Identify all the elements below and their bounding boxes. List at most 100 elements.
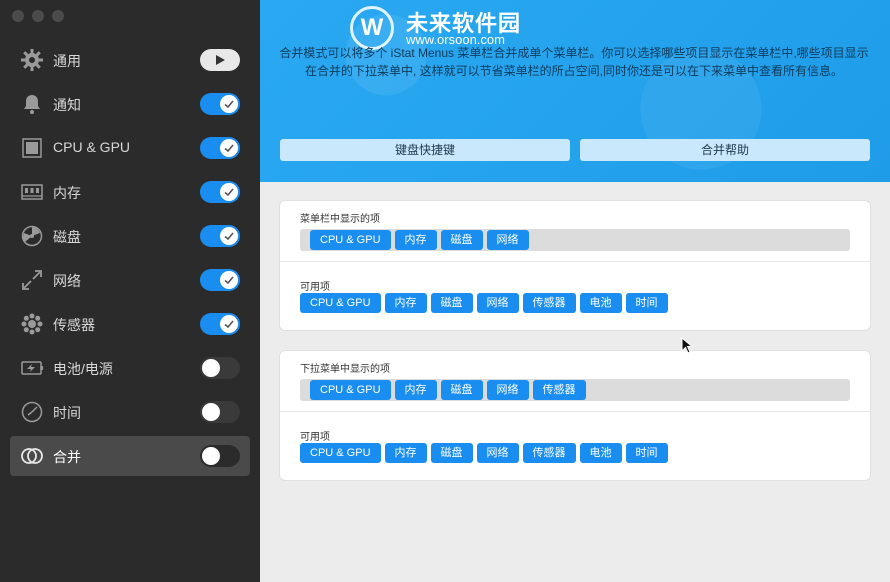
chip-sensors[interactable]: 传感器 (532, 380, 586, 400)
sensor-icon (21, 313, 43, 335)
clock-icon (21, 401, 43, 423)
sidebar-item-disk[interactable]: 磁盘 (10, 216, 250, 256)
chip-time[interactable]: 时间 (625, 293, 668, 313)
sidebar-item-label: 通用 (53, 53, 81, 69)
combined-mode-description: 合并模式可以将多个 iStat Menus 菜单栏合并成单个菜单栏。你可以选择哪… (279, 46, 869, 78)
sidebar-item-label: 网络 (53, 273, 81, 289)
minimize-window-button[interactable] (32, 10, 44, 22)
dropdown-available-chips: CPU & GPU 内存 磁盘 网络 传感器 电池 时间 (300, 443, 668, 463)
battery-icon (21, 361, 43, 375)
sidebar-item-label: CPU & GPU (53, 139, 131, 155)
menubar-items-panel: 菜单栏中显示的项 CPU & GPU 内存 磁盘 网络 可用项 CPU & GP… (280, 201, 870, 330)
dropdown-available-label: 可用项 (300, 432, 330, 443)
sidebar-item-memory[interactable]: 内存 (10, 172, 250, 212)
checkmark-icon (224, 100, 234, 109)
toggle-knob (220, 183, 238, 201)
sidebar-item-label: 电池/电源 (53, 361, 113, 377)
battery-toggle[interactable] (200, 357, 240, 379)
chip-disk[interactable]: 磁盘 (440, 380, 483, 400)
disk-icon (21, 225, 43, 247)
sidebar-item-cpu-gpu[interactable]: CPU & GPU (10, 128, 250, 168)
time-toggle[interactable] (200, 401, 240, 423)
chip-battery[interactable]: 电池 (579, 443, 622, 463)
chip-memory[interactable]: 内存 (384, 293, 427, 313)
toggle-knob (220, 271, 238, 289)
sidebar-item-general[interactable]: 通用 (10, 40, 250, 80)
bell-icon (24, 95, 40, 114)
sidebar-item-time[interactable]: 时间 (10, 392, 250, 432)
chip-memory[interactable]: 内存 (394, 380, 437, 400)
chip-network[interactable]: 网络 (486, 380, 529, 400)
notifications-toggle[interactable] (200, 93, 240, 115)
sidebar-item-notifications[interactable]: 通知 (10, 84, 250, 124)
chip-time[interactable]: 时间 (625, 443, 668, 463)
menubar-available-chips: CPU & GPU 内存 磁盘 网络 传感器 电池 时间 (300, 293, 668, 313)
dropdown-shown-label: 下拉菜单中显示的项 (300, 364, 390, 375)
disk-toggle[interactable] (200, 225, 240, 247)
checkmark-icon (224, 276, 234, 285)
checkmark-icon (224, 232, 234, 241)
toggle-knob (220, 95, 238, 113)
chip-battery[interactable]: 电池 (579, 293, 622, 313)
app-window: 通用 通知 CPU & GPU 内存 磁盘 网络 传感器 电池/电源 时间 合并… (0, 0, 890, 582)
combined-toggle[interactable] (200, 445, 240, 467)
sidebar-item-label: 合并 (53, 449, 81, 465)
cpu-icon (22, 138, 42, 158)
sidebar-item-label: 磁盘 (53, 229, 81, 245)
checkmark-icon (224, 320, 234, 329)
sidebar-item-network[interactable]: 网络 (10, 260, 250, 300)
chip-memory[interactable]: 内存 (394, 230, 437, 250)
chip-memory[interactable]: 内存 (384, 443, 427, 463)
menubar-shown-label: 菜单栏中显示的项 (300, 214, 380, 225)
chip-disk[interactable]: 磁盘 (440, 230, 483, 250)
combined-help-button[interactable]: 合并帮助 (580, 139, 870, 161)
chip-disk[interactable]: 磁盘 (430, 293, 473, 313)
memory-icon (21, 184, 43, 200)
keyboard-shortcut-button[interactable]: 键盘快捷键 (280, 139, 570, 161)
zoom-window-button[interactable] (52, 10, 64, 22)
toggle-knob (220, 139, 238, 157)
combine-rings-icon (21, 448, 43, 464)
play-icon (216, 55, 225, 65)
info-banner: W 未来软件园 www.orsoon.com 合并模式可以将多个 iStat M… (260, 0, 890, 182)
main-content: W 未来软件园 www.orsoon.com 合并模式可以将多个 iStat M… (260, 0, 890, 582)
chip-network[interactable]: 网络 (476, 443, 519, 463)
chip-network[interactable]: 网络 (476, 293, 519, 313)
divider (280, 411, 870, 412)
chip-sensors[interactable]: 传感器 (522, 293, 576, 313)
sidebar-item-combined[interactable]: 合并 (10, 436, 250, 476)
chip-cpu-gpu[interactable]: CPU & GPU (300, 443, 381, 463)
gear-icon (21, 49, 43, 71)
sensors-toggle[interactable] (200, 313, 240, 335)
toggle-knob (202, 403, 220, 421)
close-window-button[interactable] (12, 10, 24, 22)
checkmark-icon (224, 188, 234, 197)
window-controls (0, 0, 260, 34)
toggle-knob (220, 315, 238, 333)
dropdown-shown-chips: CPU & GPU 内存 磁盘 网络 传感器 (310, 380, 586, 400)
sidebar-item-battery[interactable]: 电池/电源 (10, 348, 250, 388)
cpu-gpu-toggle[interactable] (200, 137, 240, 159)
sidebar-item-label: 时间 (53, 405, 81, 421)
memory-toggle[interactable] (200, 181, 240, 203)
network-toggle[interactable] (200, 269, 240, 291)
dropdown-items-panel: 下拉菜单中显示的项 CPU & GPU 内存 磁盘 网络 传感器 可用项 CPU… (280, 351, 870, 480)
menubar-shown-chips: CPU & GPU 内存 磁盘 网络 (310, 230, 529, 250)
play-button[interactable] (200, 49, 240, 71)
mouse-cursor-icon (681, 337, 693, 354)
chip-network[interactable]: 网络 (486, 230, 529, 250)
chip-disk[interactable]: 磁盘 (430, 443, 473, 463)
network-arrows-icon (22, 270, 42, 290)
sidebar-item-label: 传感器 (53, 317, 95, 333)
menubar-available-label: 可用项 (300, 282, 330, 293)
sidebar-item-sensors[interactable]: 传感器 (10, 304, 250, 344)
toggle-knob (220, 227, 238, 245)
toggle-knob (202, 447, 220, 465)
checkmark-icon (224, 144, 234, 153)
chip-cpu-gpu[interactable]: CPU & GPU (300, 293, 381, 313)
sidebar-item-label: 通知 (53, 97, 81, 113)
chip-sensors[interactable]: 传感器 (522, 443, 576, 463)
chip-cpu-gpu[interactable]: CPU & GPU (310, 380, 391, 400)
chip-cpu-gpu[interactable]: CPU & GPU (310, 230, 391, 250)
divider (280, 261, 870, 262)
